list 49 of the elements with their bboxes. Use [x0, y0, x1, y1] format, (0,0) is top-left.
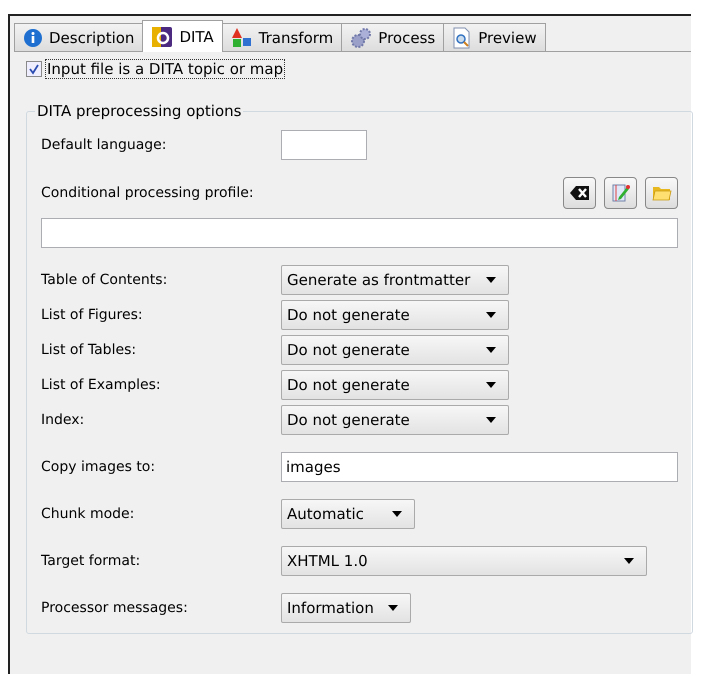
notepad-pencil-icon — [610, 183, 630, 203]
checkbox-label[interactable]: Input file is a DITA topic or map — [46, 60, 284, 78]
edit-button[interactable] — [604, 177, 637, 209]
caret-icon — [486, 312, 496, 318]
field-label: Default language: — [41, 137, 168, 153]
tab[interactable]: Process — [341, 23, 444, 51]
field-label: Table of Contents: — [41, 272, 168, 288]
field-label: Chunk mode: — [41, 506, 136, 522]
dita-logo-icon — [151, 26, 174, 48]
field-label: Target format: — [41, 553, 142, 569]
text-field[interactable]: images — [281, 452, 678, 482]
field-label: List of Figures: — [41, 307, 144, 323]
checkbox[interactable] — [26, 61, 42, 77]
caret-icon — [486, 382, 496, 388]
caret-icon — [486, 417, 496, 423]
caret-icon — [624, 558, 634, 564]
tab[interactable]: Preview — [443, 23, 546, 51]
caret-icon — [388, 605, 398, 611]
dropdown[interactable]: Do not generate — [281, 370, 509, 400]
profile-field[interactable] — [41, 218, 678, 248]
caret-icon — [486, 277, 496, 283]
field-label: Copy images to: — [41, 459, 156, 475]
field-label: List of Tables: — [41, 342, 138, 358]
field-label: Processor messages: — [41, 600, 189, 616]
caret-icon — [392, 511, 402, 517]
group-title: DITA preprocessing options — [36, 102, 242, 120]
gears-icon — [350, 26, 372, 48]
dropdown[interactable]: Do not generate — [281, 300, 509, 330]
caret-icon — [486, 347, 496, 353]
field-label: Conditional processing profile: — [41, 185, 255, 201]
dropdown[interactable]: XHTML 1.0 — [281, 546, 647, 576]
text-field[interactable] — [281, 130, 367, 160]
backspace-icon — [570, 185, 590, 201]
tab[interactable]: DITA — [142, 20, 223, 52]
shapes-icon — [230, 26, 253, 48]
info-icon — [23, 28, 43, 48]
clear-button[interactable] — [563, 177, 596, 209]
field-label: Index: — [41, 412, 86, 428]
dropdown[interactable]: Automatic — [281, 499, 415, 529]
preview-icon — [452, 26, 472, 48]
open-folder-button[interactable] — [645, 177, 678, 209]
field-label: List of Examples: — [41, 377, 162, 393]
folder-icon — [652, 184, 672, 202]
dropdown[interactable]: Generate as frontmatter — [281, 265, 509, 295]
tab[interactable]: Description — [14, 23, 144, 51]
tab[interactable]: Transform — [222, 23, 342, 51]
dropdown[interactable]: Do not generate — [281, 405, 509, 435]
dropdown[interactable]: Information — [281, 593, 411, 623]
dropdown[interactable]: Do not generate — [281, 335, 509, 365]
